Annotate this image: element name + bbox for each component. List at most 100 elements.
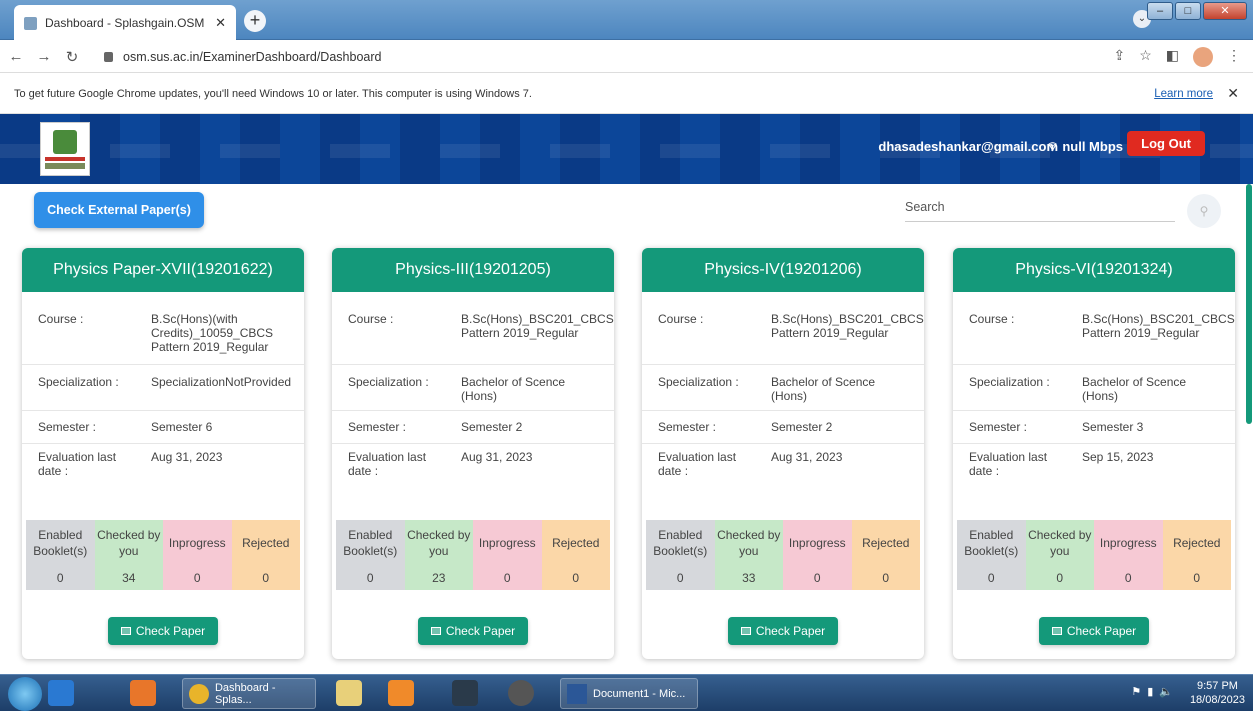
specialization-value: Bachelor of Scence (Hons) — [1082, 375, 1187, 403]
rejected-count: 0 — [541, 566, 610, 590]
logout-button[interactable]: Log Out — [1127, 131, 1205, 156]
eval-date-row: Evaluation last date : Aug 31, 2023 — [22, 444, 304, 514]
reload-icon[interactable]: ↻ — [60, 48, 84, 66]
check-external-papers-button[interactable]: Check External Paper(s) — [34, 192, 204, 228]
clock[interactable]: 9:57 PM 18/08/2023 — [1190, 679, 1245, 707]
taskbar-word[interactable]: Document1 - Mic... — [560, 678, 698, 709]
booklet-stats: Enabled Booklet(s) Checked by you Inprog… — [957, 520, 1231, 590]
bookmark-star-icon[interactable]: ☆ — [1139, 47, 1152, 67]
specialization-row: Specialization : SpecializationNotProvid… — [22, 365, 304, 411]
url-text: osm.sus.ac.in/ExaminerDashboard/Dashboar… — [123, 50, 382, 64]
update-infobar: To get future Google Chrome updates, you… — [0, 74, 1253, 114]
firefox-icon[interactable] — [130, 680, 156, 706]
checked-count: 34 — [94, 566, 163, 590]
specialization-value: SpecializationNotProvided — [151, 375, 292, 389]
clock-time: 9:57 PM — [1196, 680, 1238, 692]
university-logo — [40, 122, 90, 176]
inprogress-header: Inprogress — [783, 520, 852, 566]
specialization-row: Specialization : Bachelor of Scence (Hon… — [332, 365, 614, 411]
menu-icon[interactable]: ⋮ — [1227, 47, 1241, 67]
rejected-count: 0 — [231, 566, 300, 590]
search-input[interactable]: Search — [905, 196, 1175, 222]
paper-card: Physics-VI(19201324) Course : B.Sc(Hons)… — [953, 248, 1235, 659]
inprogress-count: 0 — [783, 566, 852, 590]
back-icon[interactable]: ← — [4, 48, 28, 65]
semester-label: Semester : — [969, 420, 1028, 434]
course-value: B.Sc(Hons)(with Credits)_10059_CBCS Patt… — [151, 312, 274, 354]
course-value: B.Sc(Hons)_BSC201_CBCS Pattern 2019_Regu… — [1082, 312, 1235, 340]
book-icon — [120, 627, 131, 635]
page-scrollbar[interactable] — [1246, 184, 1252, 424]
inprogress-header: Inprogress — [163, 520, 232, 566]
check-paper-button[interactable]: Check Paper — [728, 617, 838, 645]
learn-more-link[interactable]: Learn more — [1154, 88, 1213, 100]
eval-date-value: Sep 15, 2023 — [1082, 450, 1154, 464]
windows-taskbar: Dashboard - Splas... Document1 - Mic... … — [0, 674, 1253, 711]
checked-header: Checked by you — [94, 520, 163, 566]
ie-icon[interactable] — [48, 680, 74, 706]
search-icon[interactable]: ⚲ — [1187, 194, 1221, 228]
infobar-close-icon[interactable]: ✕ — [1227, 85, 1239, 102]
check-paper-button[interactable]: Check Paper — [108, 617, 218, 645]
course-row: Course : B.Sc(Hons)(with Credits)_10059_… — [22, 292, 304, 365]
enabled-count: 0 — [26, 566, 95, 590]
course-value: B.Sc(Hons)_BSC201_CBCS Pattern 2019_Regu… — [461, 312, 614, 340]
taskbar-word-label: Document1 - Mic... — [593, 687, 686, 700]
maximize-button[interactable]: □ — [1175, 2, 1201, 20]
course-row: Course : B.Sc(Hons)_BSC201_CBCS Pattern … — [642, 292, 924, 365]
browser-titlebar: Dashboard - Splashgain.OSM ✕ + ⌄ – □ ✕ — [0, 0, 1253, 41]
card-title: Physics Paper-XVII(19201622) — [22, 248, 304, 292]
browser-toolbar: ← → ↻ osm.sus.ac.in/ExaminerDashboard/Da… — [0, 41, 1253, 73]
rejected-count: 0 — [1162, 566, 1231, 590]
media-player-icon[interactable] — [388, 680, 414, 706]
obs-icon[interactable] — [508, 680, 534, 706]
semester-label: Semester : — [38, 420, 97, 434]
specialization-row: Specialization : Bachelor of Scence (Hon… — [642, 365, 924, 411]
close-window-button[interactable]: ✕ — [1203, 2, 1247, 20]
semester-value: Semester 2 — [771, 420, 833, 434]
semester-value: Semester 6 — [151, 420, 213, 434]
booklet-stats: Enabled Booklet(s) Checked by you Inprog… — [646, 520, 920, 590]
speed-text: null Mbps — [1062, 139, 1123, 154]
taskbar-chrome[interactable]: Dashboard - Splas... — [182, 678, 316, 709]
semester-value: Semester 3 — [1082, 420, 1144, 434]
rejected-header: Rejected — [231, 520, 300, 566]
semester-value: Semester 2 — [461, 420, 523, 434]
minimize-button[interactable]: – — [1147, 2, 1173, 20]
explorer-icon[interactable] — [336, 680, 362, 706]
new-tab-button[interactable]: + — [244, 10, 266, 32]
app-icon[interactable] — [452, 680, 478, 706]
inprogress-count: 0 — [473, 566, 542, 590]
tab-favicon-icon — [24, 16, 37, 30]
clock-date: 18/08/2023 — [1189, 694, 1245, 706]
enabled-header: Enabled Booklet(s) — [336, 520, 405, 566]
checked-header: Checked by you — [1025, 520, 1094, 566]
address-bar[interactable]: osm.sus.ac.in/ExaminerDashboard/Dashboar… — [104, 45, 1144, 69]
tab-title: Dashboard - Splashgain.OSM — [45, 16, 205, 30]
share-icon[interactable]: ⇪ — [1113, 47, 1125, 67]
specialization-label: Specialization : — [658, 375, 739, 389]
network-icon[interactable]: ▮ — [1147, 685, 1153, 698]
taskbar-chrome-label: Dashboard - Splas... — [214, 681, 276, 706]
semester-row: Semester : Semester 2 — [332, 411, 614, 444]
sidepanel-icon[interactable]: ◧ — [1166, 47, 1179, 67]
eval-date-value: Aug 31, 2023 — [771, 450, 843, 464]
profile-avatar[interactable] — [1193, 47, 1213, 67]
start-button[interactable] — [8, 677, 42, 711]
specialization-label: Specialization : — [38, 375, 119, 389]
check-paper-button[interactable]: Check Paper — [1039, 617, 1149, 645]
enabled-header: Enabled Booklet(s) — [957, 520, 1026, 566]
tab-close-icon[interactable]: ✕ — [215, 15, 226, 31]
course-label: Course : — [348, 312, 394, 326]
check-paper-button[interactable]: Check Paper — [418, 617, 528, 645]
user-email: dhasadeshankar@gmail.com — [878, 139, 1058, 154]
eval-date-row: Evaluation last date : Sep 15, 2023 — [953, 444, 1235, 514]
volume-icon[interactable]: 🔈 — [1159, 685, 1173, 698]
flag-icon[interactable]: ⚑ — [1131, 685, 1141, 698]
forward-icon[interactable]: → — [32, 48, 56, 65]
browser-tab[interactable]: Dashboard - Splashgain.OSM ✕ — [14, 5, 236, 41]
rejected-header: Rejected — [851, 520, 920, 566]
course-label: Course : — [969, 312, 1015, 326]
course-label: Course : — [38, 312, 84, 326]
checked-count: 33 — [714, 566, 783, 590]
